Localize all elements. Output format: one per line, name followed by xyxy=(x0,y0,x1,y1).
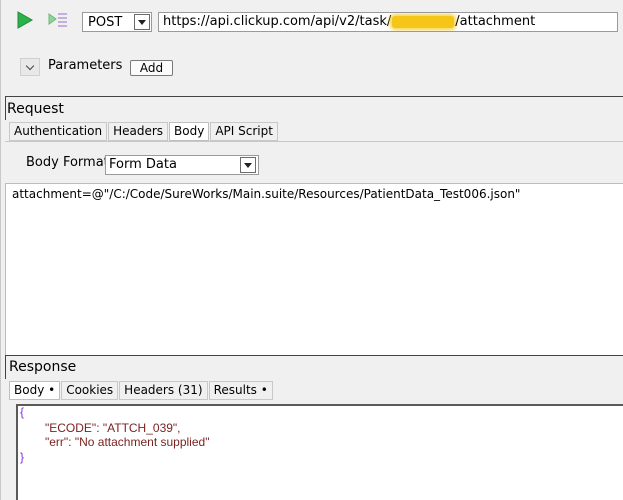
tab-api-script[interactable]: API Script xyxy=(210,122,278,141)
response-section-title: Response xyxy=(9,359,77,375)
response-divider-left xyxy=(5,355,6,379)
add-parameter-button[interactable]: Add xyxy=(130,60,173,76)
parameters-expand-toggle[interactable] xyxy=(20,58,40,76)
run-button[interactable] xyxy=(14,10,34,30)
request-body-editor[interactable] xyxy=(5,183,623,356)
chevron-down-icon[interactable] xyxy=(134,14,150,30)
http-method-value: POST xyxy=(88,14,123,30)
request-tabs: Authentication Headers Body API Script xyxy=(9,122,279,141)
body-format-label: Body Format xyxy=(26,155,109,170)
tab-authentication[interactable]: Authentication xyxy=(9,122,108,141)
parameters-label: Parameters xyxy=(48,58,123,73)
response-body-viewer[interactable] xyxy=(16,404,623,500)
request-divider xyxy=(5,96,623,97)
chevron-down-icon[interactable] xyxy=(240,157,256,173)
tab-body[interactable]: Body xyxy=(169,122,210,141)
body-format-value: Form Data xyxy=(109,157,177,172)
url-input[interactable]: https://api.clickup.com/api/v2/task/ /att… xyxy=(158,12,618,32)
request-divider-left xyxy=(5,96,6,120)
step-run-icon xyxy=(48,13,67,27)
request-section-title: Request xyxy=(7,101,64,117)
window-border xyxy=(0,0,1,500)
tab-response-headers[interactable]: Headers (31) xyxy=(119,381,208,400)
tab-headers[interactable]: Headers xyxy=(108,122,169,141)
json-open-brace: { xyxy=(20,405,25,419)
body-format-select[interactable]: Form Data xyxy=(105,155,259,175)
tab-response-body[interactable]: Body • xyxy=(9,381,61,400)
json-close-brace: } xyxy=(20,450,25,464)
url-suffix: /attachment xyxy=(455,14,536,29)
tab-response-results[interactable]: Results • xyxy=(208,381,273,400)
step-run-button[interactable] xyxy=(47,10,69,30)
http-method-select[interactable]: POST xyxy=(82,12,152,32)
response-divider xyxy=(5,355,623,356)
url-prefix: https://api.clickup.com/api/v2/task/ xyxy=(163,14,392,29)
play-icon xyxy=(17,11,34,29)
json-line-ecode: "ECODE": "ATTCH_039", xyxy=(45,421,181,435)
response-tabs: Body • Cookies Headers (31) Results • xyxy=(9,381,274,400)
request-body-text[interactable]: attachment=@"/C:/Code/SureWorks/Main.sui… xyxy=(12,187,520,201)
tab-response-cookies[interactable]: Cookies xyxy=(61,381,119,400)
json-line-err: "err": "No attachment supplied" xyxy=(45,435,210,449)
redaction-highlight xyxy=(392,15,455,28)
